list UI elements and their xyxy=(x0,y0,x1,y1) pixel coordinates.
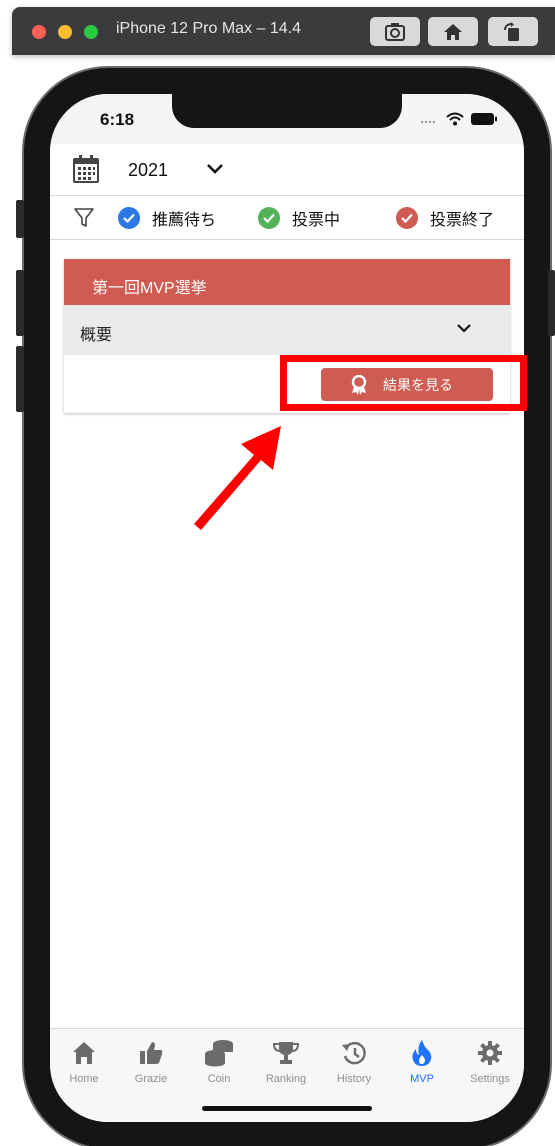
history-icon xyxy=(340,1039,368,1067)
tab-coin[interactable]: Coin xyxy=(185,1039,253,1085)
summary-label: 概要 xyxy=(80,327,113,344)
power-button xyxy=(548,270,555,336)
rotate-button[interactable] xyxy=(488,17,538,46)
screenshot-icon xyxy=(385,22,405,41)
simulator-titlebar: iPhone 12 Pro Max – 14.4 xyxy=(12,7,555,55)
thumbs-up-icon xyxy=(138,1039,164,1067)
phone-screen: 6:18 2021 推薦待ち 投票中 投票終了 第一回MVP選挙 概要 結果を見… xyxy=(50,94,524,1122)
status-time: 6:18 xyxy=(100,110,135,129)
year-selector[interactable]: 2021 xyxy=(50,144,524,196)
screenshot-root: iPhone 12 Pro Max – 14.4 6:18 2021 推薦待ち … xyxy=(0,0,555,1146)
check-circle-icon xyxy=(118,207,140,229)
coins-icon xyxy=(203,1039,235,1067)
status-icons xyxy=(420,112,498,126)
tab-history[interactable]: History xyxy=(320,1039,388,1085)
highlight-box xyxy=(280,355,527,411)
home-icon xyxy=(444,23,462,40)
volume-up-button xyxy=(16,270,24,336)
notch xyxy=(172,94,402,128)
minimize-window-button[interactable] xyxy=(58,25,72,39)
tab-grazie[interactable]: Grazie xyxy=(117,1039,185,1085)
summary-accordion[interactable]: 概要 xyxy=(64,305,510,355)
tab-label: Home xyxy=(69,1073,99,1085)
home-indicator xyxy=(202,1106,372,1111)
tab-label: Coin xyxy=(207,1073,231,1085)
filter-voting-ended[interactable]: 投票終了 xyxy=(396,206,494,230)
filter-voting[interactable]: 投票中 xyxy=(258,206,340,230)
filter-recommend-pending[interactable]: 推薦待ち xyxy=(118,206,216,230)
home-button[interactable] xyxy=(428,17,478,46)
calendar-icon xyxy=(73,155,99,183)
mute-switch xyxy=(16,200,24,238)
check-circle-icon xyxy=(258,207,280,229)
chevron-down-icon xyxy=(457,324,471,333)
gear-icon xyxy=(477,1039,503,1067)
status-filter-bar: 推薦待ち 投票中 投票終了 xyxy=(50,196,524,240)
home-icon xyxy=(71,1039,97,1067)
tab-mvp[interactable]: MVP xyxy=(388,1039,456,1085)
filter-label: 投票終了 xyxy=(430,212,495,229)
fire-icon xyxy=(410,1039,434,1067)
chevron-down-icon xyxy=(207,164,223,174)
wifi-icon xyxy=(446,112,464,126)
volume-down-button xyxy=(16,346,24,412)
battery-icon xyxy=(471,113,497,125)
trophy-icon xyxy=(272,1039,300,1067)
zoom-window-button[interactable] xyxy=(84,25,98,39)
cellular-icon xyxy=(420,120,436,124)
tab-label: Ranking xyxy=(265,1073,307,1085)
close-window-button[interactable] xyxy=(32,25,46,39)
tab-settings[interactable]: Settings xyxy=(456,1039,524,1085)
year-value: 2021 xyxy=(128,160,169,180)
filter-label: 推薦待ち xyxy=(152,212,217,229)
tab-label: Settings xyxy=(470,1073,510,1085)
status-bar: 6:18 xyxy=(50,94,524,144)
rotate-icon xyxy=(504,21,519,41)
tab-label: Grazie xyxy=(134,1073,168,1085)
election-title: 第一回MVP選挙 xyxy=(64,259,510,305)
tab-label: History xyxy=(336,1073,372,1085)
filter-label: 投票中 xyxy=(292,212,341,229)
screenshot-button[interactable] xyxy=(370,17,420,46)
tab-ranking[interactable]: Ranking xyxy=(252,1039,320,1085)
tab-home[interactable]: Home xyxy=(50,1039,118,1085)
tab-label: MVP xyxy=(410,1073,434,1085)
check-circle-icon xyxy=(396,207,418,229)
filter-icon[interactable] xyxy=(74,208,94,228)
simulator-title: iPhone 12 Pro Max – 14.4 xyxy=(116,20,302,37)
